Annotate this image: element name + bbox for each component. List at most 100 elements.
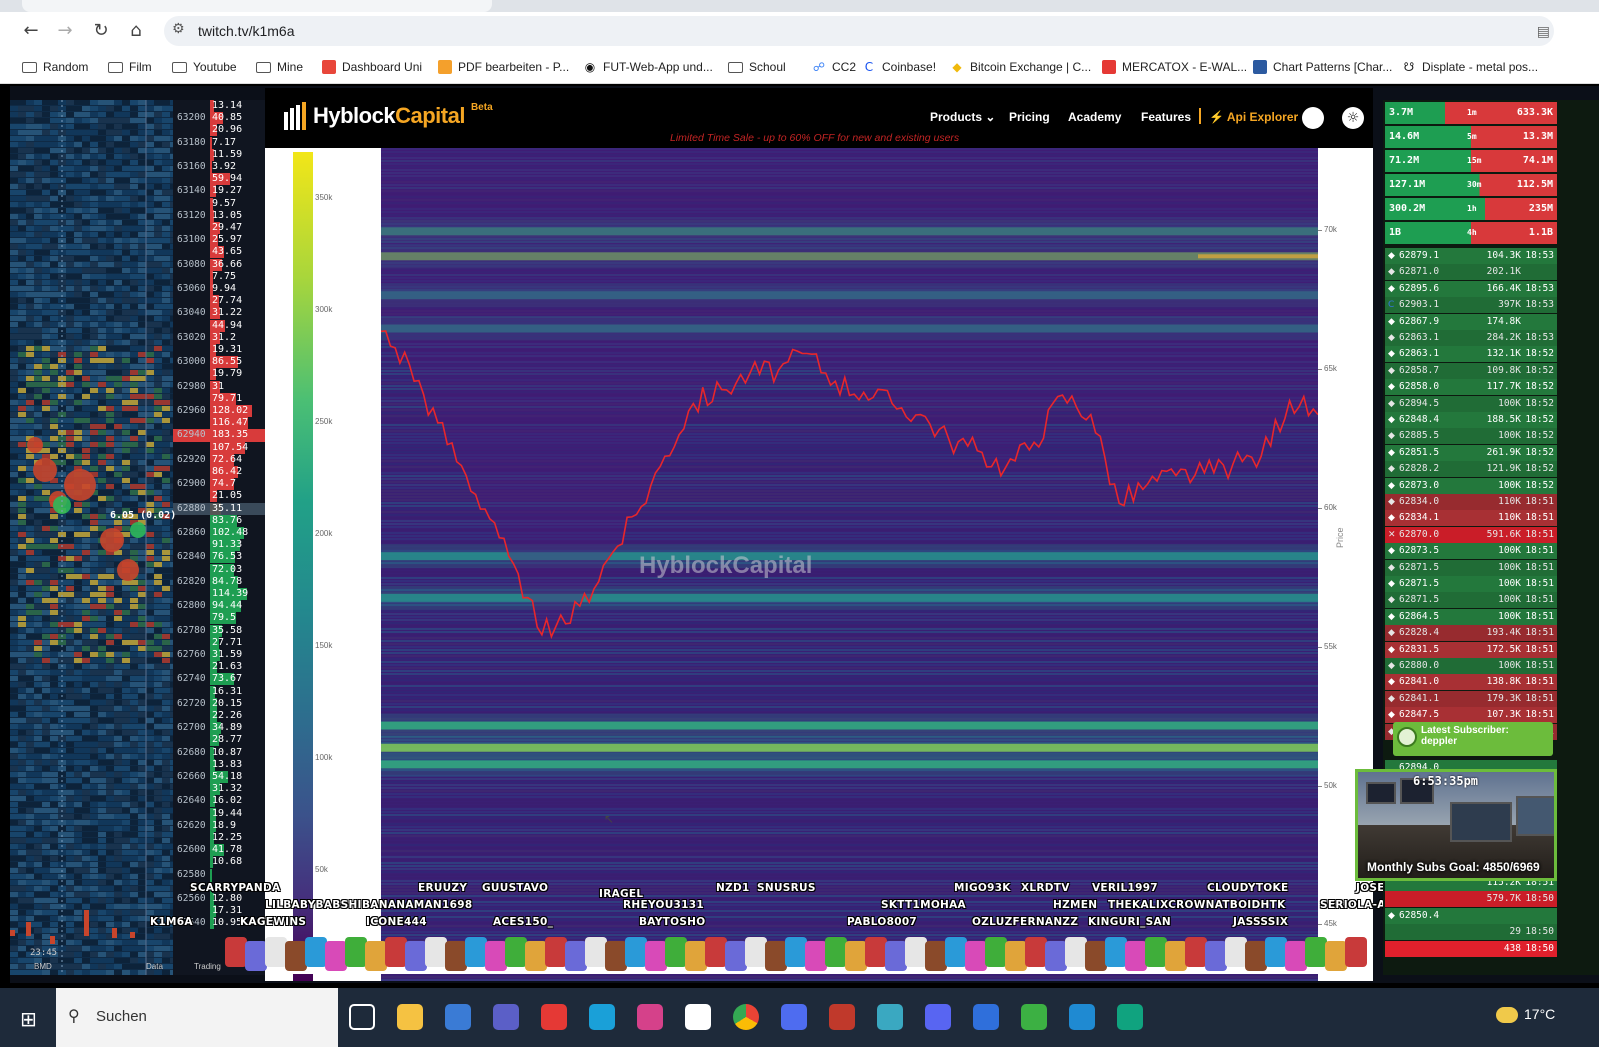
bookmark-7[interactable]: ◉ FUT-Web-App und... bbox=[583, 58, 713, 76]
heatmap-cell bbox=[114, 628, 122, 633]
nav-api-explorer[interactable]: ⚡ Api Explorer bbox=[1209, 110, 1298, 124]
heatmap-cell bbox=[66, 622, 74, 627]
heatmap-cell bbox=[122, 772, 130, 777]
heatmap-cell bbox=[42, 820, 50, 825]
edge-icon[interactable] bbox=[589, 1004, 615, 1030]
weather-widget[interactable]: 17°C bbox=[1496, 1006, 1555, 1024]
minecraft-icon[interactable] bbox=[1021, 1004, 1047, 1030]
back-icon[interactable]: ← bbox=[18, 18, 44, 44]
trade-row: ◆ 62828.4 193.4K 18:51 bbox=[1385, 625, 1557, 642]
stream-video[interactable]: 13.14 63200 40.85 20.96 63180 7.17 11.59 63160 3… bbox=[10, 86, 1599, 983]
heatmap-cell bbox=[42, 388, 50, 393]
heatmap-cell bbox=[26, 664, 34, 669]
app-icon[interactable] bbox=[973, 1004, 999, 1030]
heatmap-cell bbox=[130, 172, 138, 177]
heatmap-cell bbox=[106, 346, 114, 351]
hyblock-logo[interactable]: HyblockCapital Beta bbox=[283, 102, 493, 130]
tradingview-icon[interactable] bbox=[685, 1004, 711, 1030]
bookmark-12[interactable]: MERCATOX - E-WAL... bbox=[1102, 58, 1247, 76]
taskbar-search[interactable]: ⚲ Suchen bbox=[56, 988, 338, 1047]
file-explorer-icon[interactable] bbox=[397, 1004, 423, 1030]
app-icon[interactable] bbox=[781, 1004, 807, 1030]
heatmap-cell bbox=[138, 268, 146, 273]
discord-icon[interactable] bbox=[925, 1004, 951, 1030]
nav-features[interactable]: Features bbox=[1141, 110, 1191, 124]
youtube-icon[interactable] bbox=[541, 1004, 567, 1030]
heatmap-cell bbox=[130, 958, 138, 963]
bookmark-4[interactable]: Mine bbox=[256, 58, 303, 76]
heatmap-cell bbox=[42, 226, 50, 231]
bookmark-3[interactable]: Youtube bbox=[172, 58, 237, 76]
bookmark-6[interactable]: PDF bearbeiten - P... bbox=[438, 58, 569, 76]
heatmap-cell bbox=[138, 808, 146, 813]
promo-banner[interactable]: Limited Time Sale - up to 60% OFF for ne… bbox=[670, 132, 959, 144]
chatgpt-icon[interactable] bbox=[1117, 1004, 1143, 1030]
heatmap-cell bbox=[122, 784, 130, 789]
windows-start-icon[interactable]: ⊞ bbox=[20, 1007, 37, 1031]
heatmap-cell bbox=[90, 448, 98, 453]
settings-icon[interactable]: ☼ bbox=[1342, 107, 1364, 129]
store-icon[interactable] bbox=[445, 1004, 471, 1030]
heatmap-cell bbox=[146, 754, 154, 759]
site-settings-icon[interactable]: ⚙ bbox=[172, 21, 185, 37]
url-text[interactable]: twitch.tv/k1m6a bbox=[198, 23, 294, 39]
heatmap-cell bbox=[34, 592, 42, 597]
heatmap-cell bbox=[66, 616, 74, 621]
heatmap-cell bbox=[74, 106, 82, 111]
bookmark-9[interactable]: ☍ CC2 bbox=[812, 58, 856, 76]
heatmap-cell bbox=[50, 586, 58, 591]
chrome-icon[interactable] bbox=[733, 1004, 759, 1030]
home-icon[interactable]: ⌂ bbox=[123, 18, 149, 44]
heatmap-cell bbox=[26, 460, 34, 465]
heatmap-cell bbox=[90, 796, 98, 801]
bookmark-14[interactable]: ☋ Displate - metal pos... bbox=[1402, 58, 1538, 76]
task-view-icon[interactable] bbox=[349, 1004, 375, 1030]
exchange-icon: ◆ bbox=[1388, 398, 1395, 409]
heatmap-cell bbox=[34, 886, 42, 891]
heatmap-cell bbox=[138, 412, 146, 417]
url-field[interactable]: ⚙ twitch.tv/k1m6a ▤ bbox=[164, 16, 1554, 46]
volume-bar bbox=[84, 910, 89, 936]
heatmap-cell bbox=[26, 832, 34, 837]
heatmap-cell bbox=[26, 412, 34, 417]
heatmap-plot[interactable] bbox=[381, 148, 1318, 981]
heatmap-cell bbox=[90, 970, 98, 975]
bookmark-5[interactable]: Dashboard Uni bbox=[322, 58, 422, 76]
heatmap-cell bbox=[18, 196, 26, 201]
theme-toggle[interactable] bbox=[1302, 107, 1324, 129]
nav-pricing[interactable]: Pricing bbox=[1009, 110, 1050, 124]
nav-products[interactable]: Products ⌄ bbox=[930, 110, 995, 124]
exodus-icon[interactable] bbox=[637, 1004, 663, 1030]
heatmap-cell bbox=[74, 718, 82, 723]
heatmap-cell bbox=[146, 574, 154, 579]
ladder-row: 63140 19.27 bbox=[173, 185, 272, 198]
bookmark-1[interactable]: Random bbox=[22, 58, 88, 76]
bookmark-8[interactable]: Schoul bbox=[728, 58, 786, 76]
heatmap-cell bbox=[162, 304, 170, 309]
app-icon[interactable] bbox=[877, 1004, 903, 1030]
heatmap-cell bbox=[34, 220, 42, 225]
teams-icon[interactable] bbox=[493, 1004, 519, 1030]
bookmark-11[interactable]: ◆ Bitcoin Exchange | C... bbox=[950, 58, 1091, 76]
heatmap-cell bbox=[162, 970, 170, 975]
bookmark-2[interactable]: Film bbox=[108, 58, 152, 76]
bookmark-10[interactable]: C Coinbase! bbox=[862, 58, 936, 76]
heatmap-cell bbox=[42, 784, 50, 789]
heatmap-cell bbox=[82, 958, 90, 963]
bookmark-13[interactable]: Chart Patterns [Char... bbox=[1253, 58, 1392, 76]
app-icon[interactable] bbox=[829, 1004, 855, 1030]
forward-icon[interactable]: → bbox=[52, 18, 78, 44]
active-tab[interactable] bbox=[22, 0, 492, 12]
vscode-icon[interactable] bbox=[1069, 1004, 1095, 1030]
heatmap-cell bbox=[74, 610, 82, 615]
reload-icon[interactable]: ↻ bbox=[88, 18, 114, 44]
heatmap-cell bbox=[26, 550, 34, 555]
ladder-price: 62840 bbox=[177, 551, 206, 563]
liquidation-heatmap-chart[interactable]: 350k 300k 250k 200k 150k 100k 50k 70k 65k 60k 55k… bbox=[265, 148, 1373, 981]
trade-row: ◆ 62863.1 132.1K 18:52 bbox=[1385, 346, 1557, 363]
heatmap-cell bbox=[130, 874, 138, 879]
heatmap-cell bbox=[26, 484, 34, 489]
translate-icon[interactable]: ▤ bbox=[1537, 24, 1550, 40]
heatmap-cell bbox=[10, 706, 18, 711]
nav-academy[interactable]: Academy bbox=[1068, 110, 1121, 124]
